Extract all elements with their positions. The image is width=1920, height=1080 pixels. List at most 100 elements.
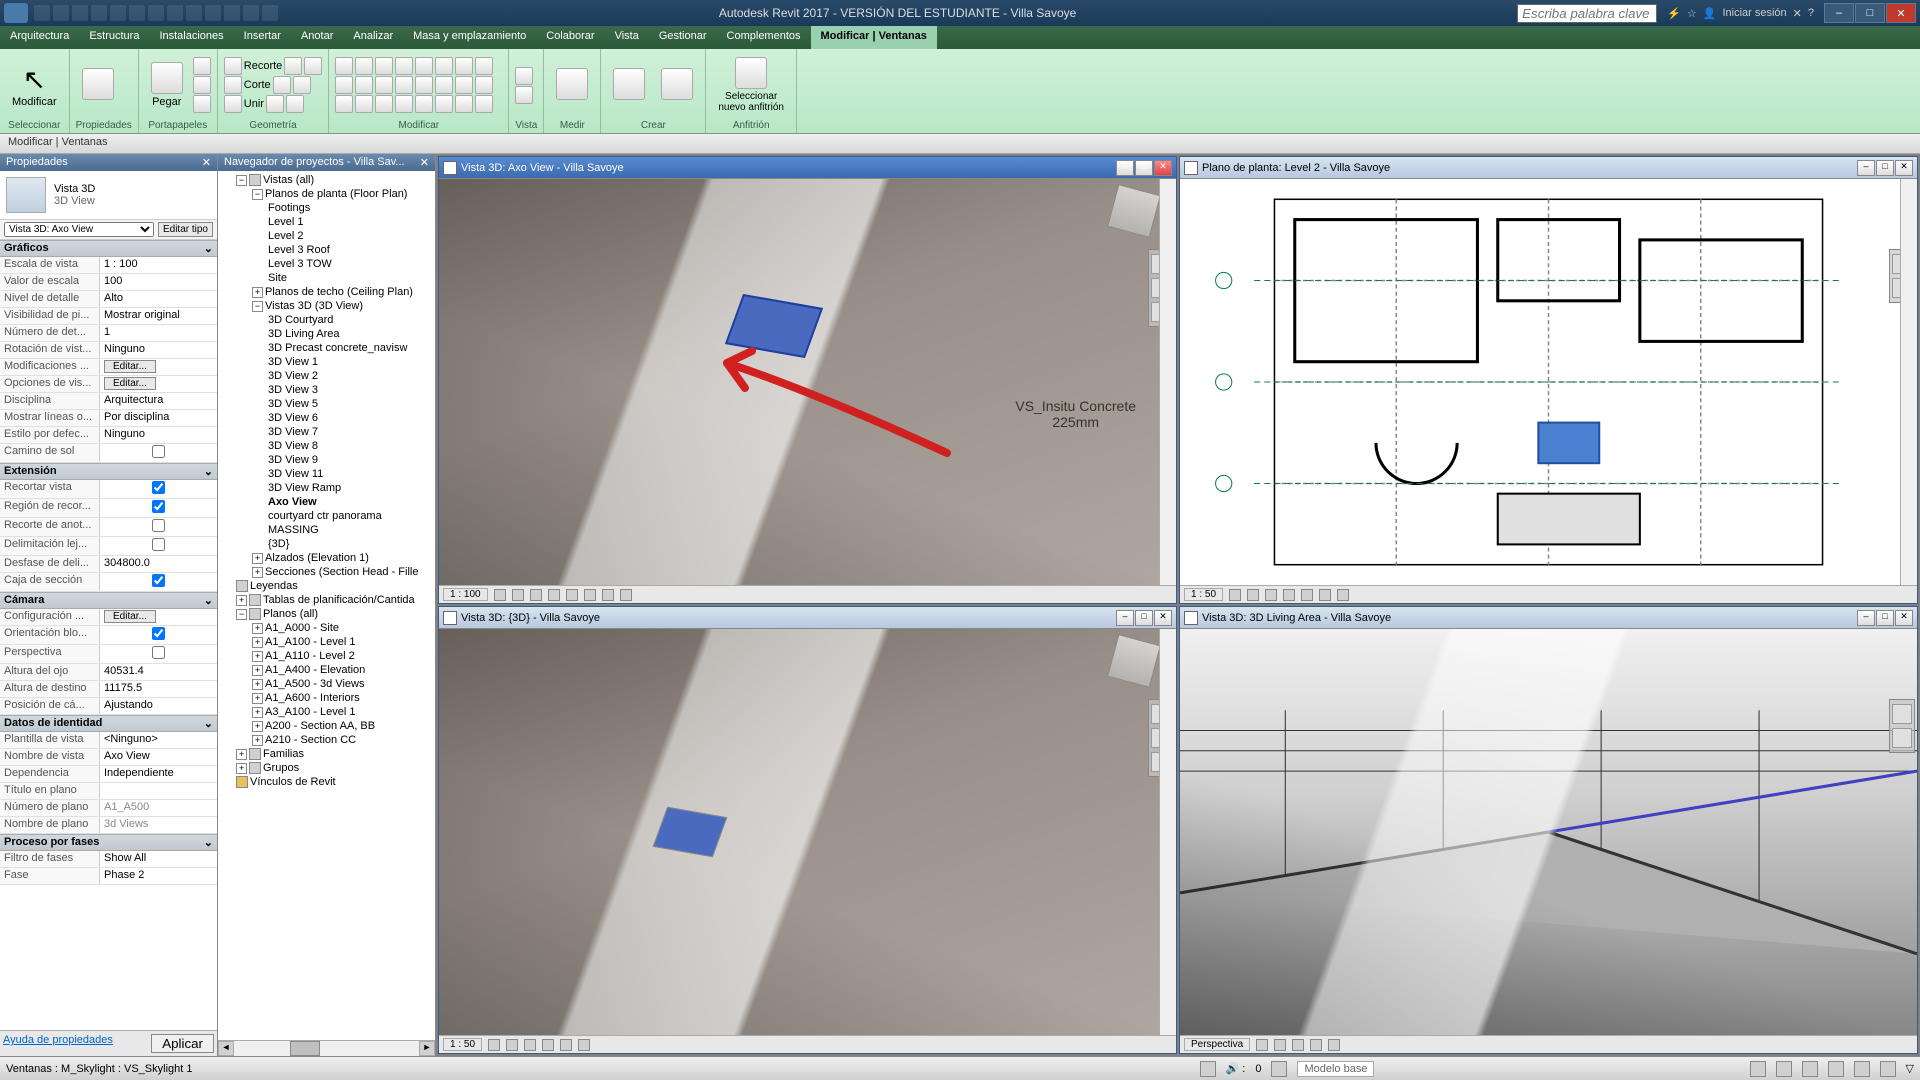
tree-elevations[interactable]: +Alzados (Elevation 1) bbox=[220, 551, 433, 565]
vertical-scrollbar[interactable] bbox=[1900, 179, 1917, 585]
cut-geo-icon[interactable] bbox=[224, 76, 242, 94]
user-icon[interactable]: 👤 bbox=[1703, 7, 1717, 20]
tree-item-active[interactable]: Axo View bbox=[220, 495, 433, 509]
zoom-icon[interactable] bbox=[1892, 728, 1912, 748]
prop-value[interactable]: 100 bbox=[100, 274, 217, 290]
tree-item[interactable]: Level 2 bbox=[220, 229, 433, 243]
signin-link[interactable]: Iniciar sesión bbox=[1722, 7, 1786, 19]
select-links-icon[interactable] bbox=[1750, 1061, 1766, 1077]
mod-icon-9[interactable] bbox=[395, 95, 413, 113]
prop-value[interactable] bbox=[100, 783, 217, 799]
qat-align-icon[interactable] bbox=[148, 5, 164, 21]
pin-icon[interactable] bbox=[475, 57, 493, 75]
perspective-checkbox[interactable] bbox=[152, 646, 165, 659]
farclip-checkbox[interactable] bbox=[152, 538, 165, 551]
modificar-button[interactable]: ↖ Modificar bbox=[6, 61, 63, 110]
select-pinned-icon[interactable] bbox=[1802, 1061, 1818, 1077]
array-icon[interactable] bbox=[435, 57, 453, 75]
detail-level-icon[interactable] bbox=[1229, 589, 1241, 601]
match-button[interactable] bbox=[193, 95, 211, 113]
view-canvas[interactable] bbox=[1180, 629, 1917, 1035]
tree-item[interactable]: 3D View 6 bbox=[220, 411, 433, 425]
tab-analizar[interactable]: Analizar bbox=[343, 26, 403, 49]
mod-icon-5[interactable] bbox=[475, 76, 493, 94]
maximize-icon[interactable]: □ bbox=[1135, 160, 1153, 176]
hide-icon[interactable] bbox=[1328, 1039, 1340, 1051]
tab-masa[interactable]: Masa y emplazamiento bbox=[403, 26, 536, 49]
tab-colaborar[interactable]: Colaborar bbox=[536, 26, 604, 49]
delete-icon[interactable] bbox=[435, 95, 453, 113]
minimize-icon[interactable]: – bbox=[1116, 610, 1134, 626]
properties-button[interactable] bbox=[76, 66, 120, 104]
browser-header[interactable]: Navegador de proyectos - Villa Sav... ✕ bbox=[218, 154, 435, 171]
split-icon[interactable] bbox=[415, 57, 433, 75]
measure-button[interactable] bbox=[550, 66, 594, 104]
crop-checkbox[interactable] bbox=[152, 481, 165, 494]
prop-value[interactable]: Por disciplina bbox=[100, 410, 217, 426]
tab-arquitectura[interactable]: Arquitectura bbox=[0, 26, 79, 49]
prop-value[interactable]: 304800.0 bbox=[100, 556, 217, 572]
tree-sheet[interactable]: +A210 - Section CC bbox=[220, 733, 433, 747]
crop-icon[interactable] bbox=[1301, 589, 1313, 601]
sunpath-icon[interactable] bbox=[1265, 589, 1277, 601]
tree-item[interactable]: Site bbox=[220, 271, 433, 285]
paste-button[interactable]: Pegar bbox=[145, 60, 189, 110]
close-icon[interactable]: ✕ bbox=[1154, 160, 1172, 176]
trim-icon[interactable] bbox=[395, 57, 413, 75]
prop-value[interactable]: A1_A500 bbox=[100, 800, 217, 816]
edit-button[interactable]: Editar... bbox=[104, 610, 156, 623]
type-selector[interactable]: Vista 3D 3D View bbox=[0, 171, 217, 220]
tab-complementos[interactable]: Complementos bbox=[717, 26, 811, 49]
section-fases[interactable]: Proceso por fases⌄ bbox=[0, 834, 217, 851]
section-identidad[interactable]: Datos de identidad⌄ bbox=[0, 715, 217, 732]
qat-text-icon[interactable] bbox=[167, 5, 183, 21]
tree-groups[interactable]: +Grupos bbox=[220, 761, 433, 775]
steering-icon[interactable] bbox=[1892, 704, 1912, 724]
geo-btn6[interactable] bbox=[286, 95, 304, 113]
visual-style-icon[interactable] bbox=[1274, 1039, 1286, 1051]
prop-value[interactable]: Alto bbox=[100, 291, 217, 307]
properties-header[interactable]: Propiedades ✕ bbox=[0, 154, 217, 171]
select-face-icon[interactable] bbox=[1828, 1061, 1844, 1077]
view-btn1[interactable] bbox=[515, 67, 533, 85]
navigation-bar[interactable] bbox=[1889, 699, 1915, 753]
shadows-icon[interactable] bbox=[548, 589, 560, 601]
geo-btn2[interactable] bbox=[304, 57, 322, 75]
geo-btn5[interactable] bbox=[266, 95, 284, 113]
tree-families[interactable]: +Familias bbox=[220, 747, 433, 761]
tree-item[interactable]: 3D View 8 bbox=[220, 439, 433, 453]
prop-value[interactable]: 1 bbox=[100, 325, 217, 341]
corte-label[interactable]: Corte bbox=[244, 79, 271, 91]
close-icon[interactable]: ✕ bbox=[1154, 610, 1172, 626]
join-icon[interactable] bbox=[224, 95, 242, 113]
editable-icon[interactable] bbox=[1271, 1061, 1287, 1077]
mod-icon-4[interactable] bbox=[455, 76, 473, 94]
tree-item[interactable]: MASSING bbox=[220, 523, 433, 537]
qat-measure-icon[interactable] bbox=[129, 5, 145, 21]
tree-floorplans[interactable]: −Planos de planta (Floor Plan) bbox=[220, 187, 433, 201]
rotate-icon[interactable] bbox=[375, 57, 393, 75]
view-titlebar[interactable]: Vista 3D: Axo View - Villa Savoye –□✕ bbox=[439, 157, 1176, 179]
prop-value[interactable]: 3d Views bbox=[100, 817, 217, 833]
minimize-icon[interactable]: – bbox=[1857, 160, 1875, 176]
prop-value[interactable]: Axo View bbox=[100, 749, 217, 765]
create-button-2[interactable] bbox=[655, 66, 699, 104]
qat-thinlines-icon[interactable] bbox=[224, 5, 240, 21]
mod-icon-7[interactable] bbox=[355, 95, 373, 113]
sunpath-icon[interactable] bbox=[530, 589, 542, 601]
sunpath-icon[interactable] bbox=[1292, 1039, 1304, 1051]
close-button[interactable]: ✕ bbox=[1886, 3, 1916, 23]
tab-instalaciones[interactable]: Instalaciones bbox=[149, 26, 233, 49]
offset-icon[interactable] bbox=[355, 76, 373, 94]
mod-icon-1[interactable] bbox=[395, 76, 413, 94]
hide-icon[interactable] bbox=[1319, 589, 1331, 601]
worksets-icon[interactable] bbox=[1200, 1061, 1216, 1077]
tree-item[interactable]: 3D Living Area bbox=[220, 327, 433, 341]
create-button[interactable] bbox=[607, 66, 651, 104]
prop-value[interactable]: Ajustando bbox=[100, 698, 217, 714]
select-underlay-icon[interactable] bbox=[1776, 1061, 1792, 1077]
tree-sheet[interactable]: +A1_A110 - Level 2 bbox=[220, 649, 433, 663]
qat-section-icon[interactable] bbox=[205, 5, 221, 21]
crop-icon[interactable] bbox=[560, 1039, 572, 1051]
tree-sheet[interactable]: +A1_A000 - Site bbox=[220, 621, 433, 635]
